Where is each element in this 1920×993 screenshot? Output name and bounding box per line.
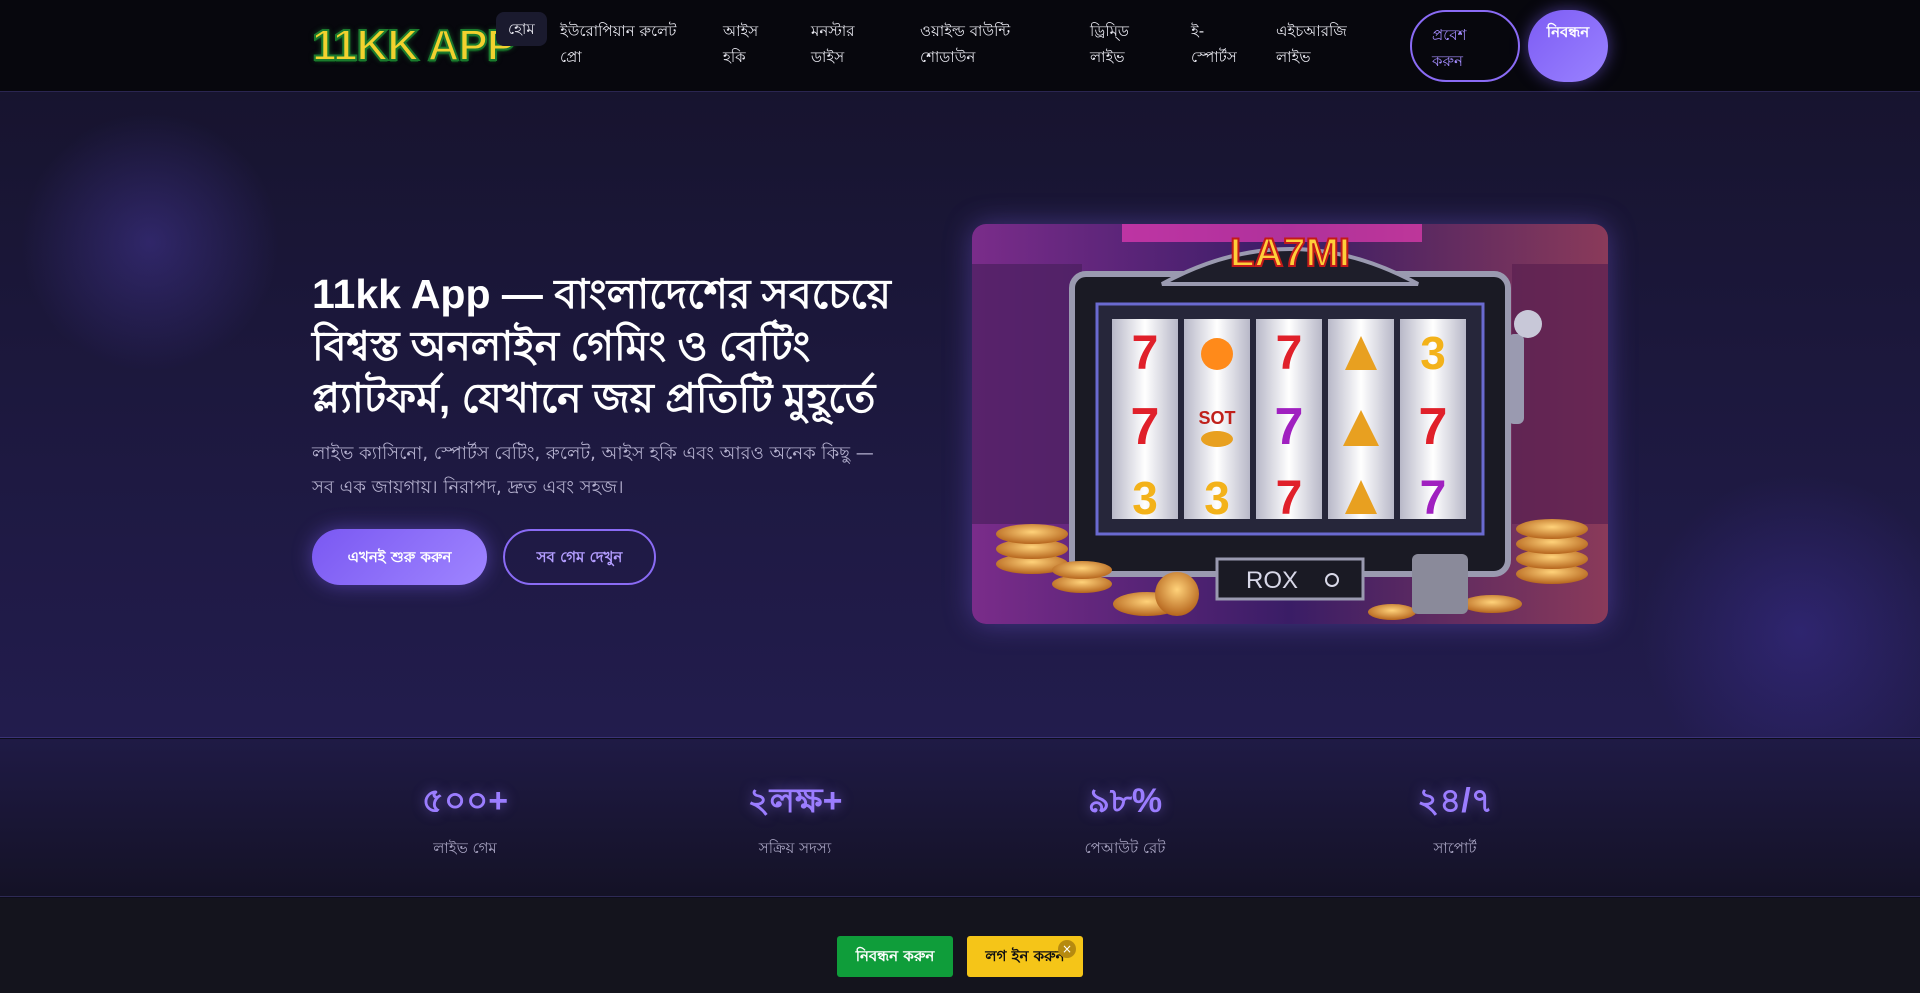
svg-text:7: 7 <box>1132 327 1159 380</box>
slot-machine-illustration: LA7MI 7 7 3 7 SOT 7 7 3 3 7 7 ROX <box>972 224 1608 624</box>
nav-item-label: ডাইস <box>811 48 845 66</box>
nav-item-dreamdee-live[interactable]: ড্রিম্ডি লাইভ <box>1090 18 1129 70</box>
nav-item-monster-dice[interactable]: মনস্টার ডাইস <box>811 18 855 70</box>
machine-plate-text: ROX <box>1246 567 1298 594</box>
reel-label: SOT <box>1198 408 1235 428</box>
stat-label: পেআউট রেট <box>1084 839 1166 857</box>
start-now-button[interactable]: এখনই শুরু করুন <box>312 529 487 585</box>
hero-subtitle: লাইভ ক্যাসিনো, স্পোর্টস বেটিং, রুলেট, আই… <box>312 443 874 498</box>
svg-text:7: 7 <box>1131 398 1160 456</box>
stat-label: সক্রিয় সদস্য <box>758 839 832 857</box>
nav-item-label: আইস <box>723 22 759 40</box>
nav-item-label: শোডাউন <box>920 48 976 66</box>
site-header: 11KK APP হোম ইউরোপিয়ান রুলেট প্রো আইস হ… <box>0 0 1920 92</box>
nav-item-label: স্পোর্টস <box>1191 48 1237 66</box>
background-glow <box>20 112 280 372</box>
close-icon[interactable]: × <box>1058 940 1076 958</box>
nav-item-hrg-live[interactable]: এইচআরজি লাইভ <box>1276 18 1347 70</box>
site-logo[interactable]: 11KK APP <box>311 18 517 74</box>
nav-item-esports[interactable]: ই- স্পোর্টস <box>1191 18 1237 70</box>
slot-sign-text: LA7MI <box>1230 231 1350 275</box>
stat-payout-rate: ৯৮% পেআউট রেট <box>1025 779 1225 862</box>
sticky-cta-bar: নিবন্ধন করুন লগ ইন করুন × <box>0 898 1920 993</box>
hero-title: 11kk App — বাংলাদেশের সবচেয়ে বিশ্বস্ত অ… <box>312 271 891 421</box>
hero-section: 11kk App — বাংলাদেশের সবচেয়ে বিশ্বস্ত অ… <box>0 92 1920 738</box>
nav-item-label: লাইভ <box>1276 48 1311 66</box>
nav-item-label: ড্রিম্ডি <box>1090 22 1129 40</box>
login-button-label: প্রবেশ <box>1432 26 1467 44</box>
stat-value: ২লক্ষ+ <box>747 782 843 820</box>
svg-text:7: 7 <box>1276 472 1303 525</box>
svg-text:3: 3 <box>1204 472 1230 524</box>
nav-item-wild-bounty-showdown[interactable]: ওয়াইল্ড বাউন্টি শোডাউন <box>920 18 1010 70</box>
nav-item-label: লাইভ <box>1090 48 1125 66</box>
stat-value: ৯৮% <box>1087 782 1163 820</box>
svg-text:7: 7 <box>1276 327 1303 380</box>
stat-support: ২৪/৭ সাপোর্ট <box>1355 779 1555 862</box>
login-button-label: করুন <box>1432 52 1463 70</box>
stat-value: ৫০০+ <box>421 782 509 820</box>
svg-text:3: 3 <box>1132 472 1158 524</box>
stats-section: ৫০০+ লাইভ গেম ২লক্ষ+ সক্রিয় সদস্য ৯৮% প… <box>0 739 1920 897</box>
sticky-register-button[interactable]: নিবন্ধন করুন <box>837 936 953 977</box>
stat-label: সাপোর্ট <box>1433 839 1477 857</box>
nav-item-label: ওয়াইল্ড বাউন্টি <box>920 22 1011 40</box>
nav-item-label: ই- <box>1191 22 1205 40</box>
login-button[interactable]: প্রবেশ করুন <box>1410 10 1520 82</box>
register-button[interactable]: নিবন্ধন <box>1528 10 1608 82</box>
svg-text:7: 7 <box>1420 472 1447 525</box>
stat-live-games: ৫০০+ লাইভ গেম <box>365 779 565 862</box>
nav-item-label: এইচআরজি <box>1276 22 1347 40</box>
nav-item-label: হোম <box>508 20 535 38</box>
background-glow <box>1640 472 1920 737</box>
nav-item-home[interactable]: হোম <box>496 12 547 46</box>
nav-item-european-roulette-pro[interactable]: ইউরোপিয়ান রুলেট প্রো <box>560 18 676 70</box>
view-all-games-button[interactable]: সব গেম দেখুন <box>503 529 656 585</box>
stat-value: ২৪/৭ <box>1417 782 1493 820</box>
svg-text:7: 7 <box>1419 398 1448 456</box>
nav-item-label: মনস্টার <box>811 22 855 40</box>
nav-item-label: ইউরোপিয়ান রুলেট <box>560 22 677 40</box>
nav-item-label: প্রো <box>560 48 582 66</box>
nav-item-ice-hockey[interactable]: আইস হকি <box>723 18 758 70</box>
nav-item-label: হকি <box>723 48 746 66</box>
stat-label: লাইভ গেম <box>433 839 497 857</box>
svg-text:7: 7 <box>1275 398 1304 456</box>
svg-text:3: 3 <box>1420 327 1446 379</box>
slot-machine-image: LA7MI 7 7 3 7 SOT 7 7 3 3 7 7 ROX <box>972 224 1608 624</box>
stat-active-members: ২লক্ষ+ সক্রিয় সদস্য <box>695 779 895 862</box>
